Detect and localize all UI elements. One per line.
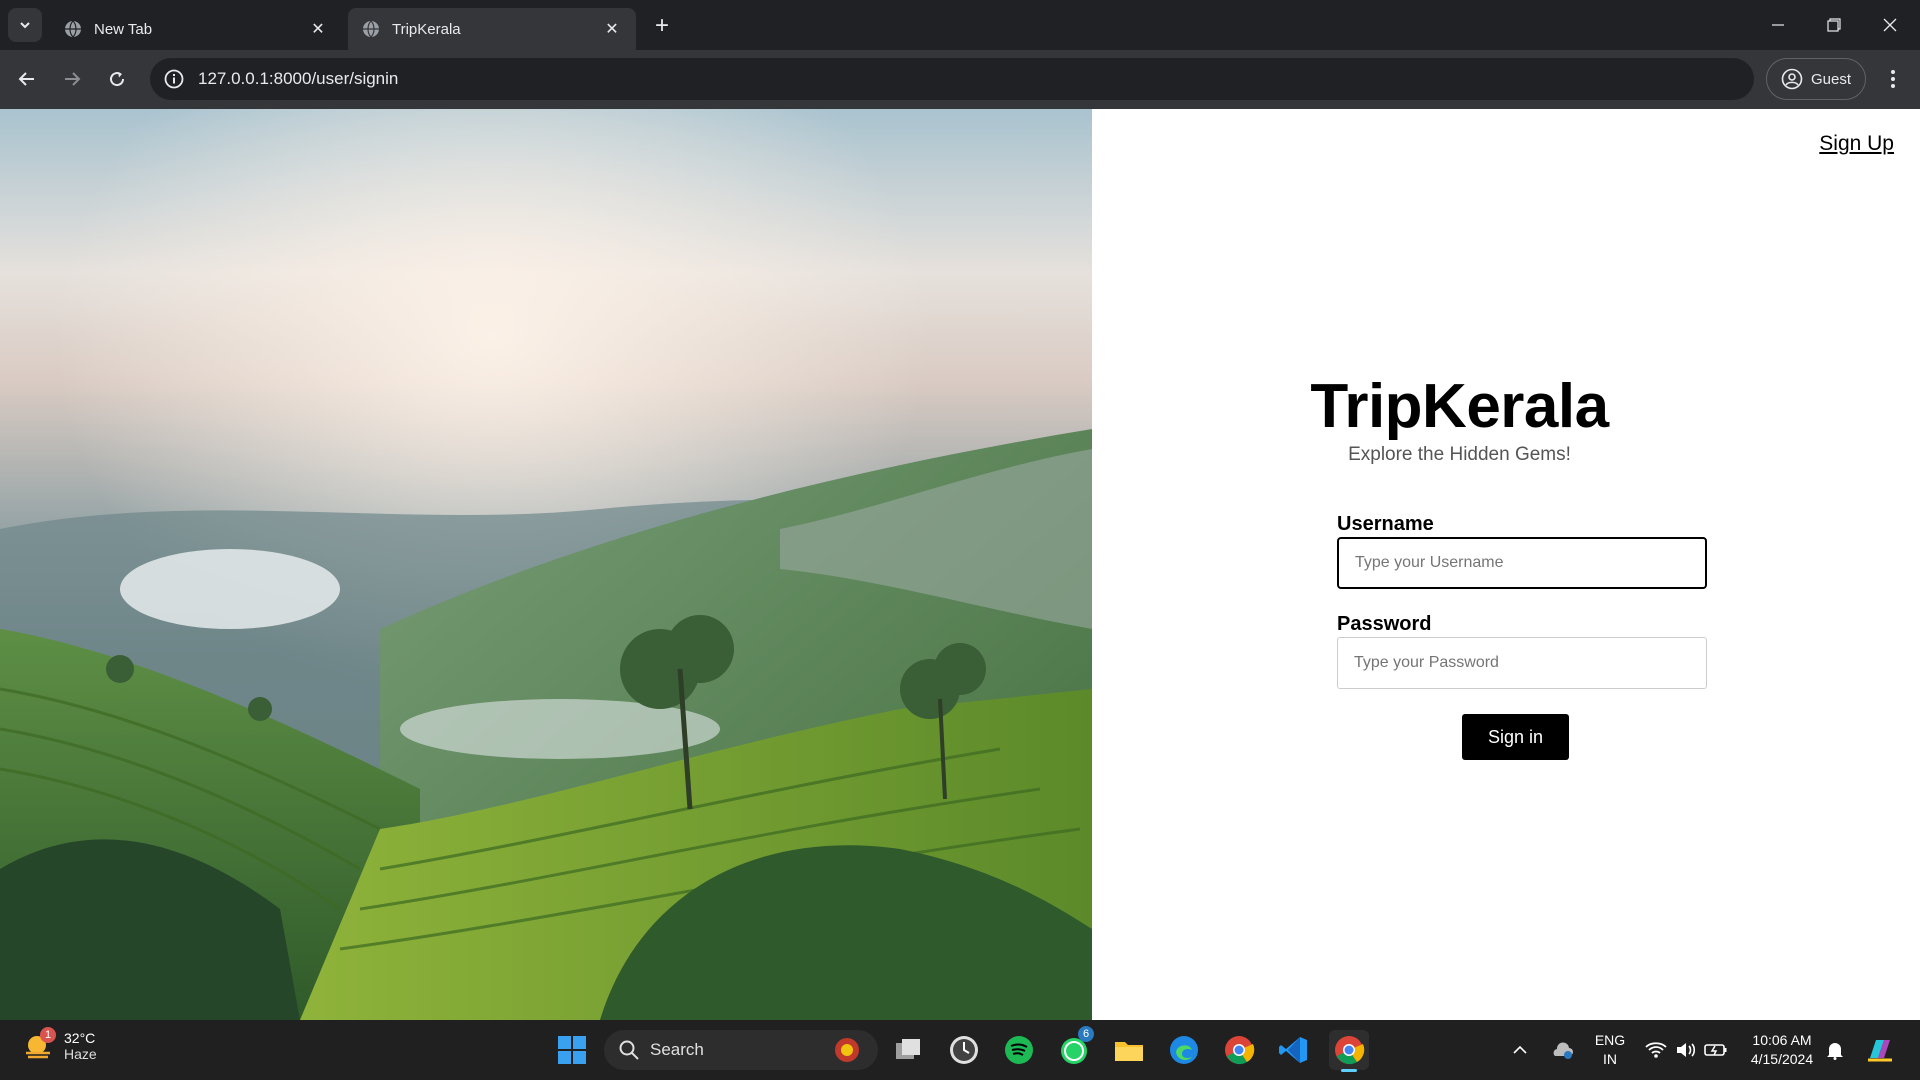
taskbar-app-chrome-active[interactable]	[1329, 1030, 1369, 1072]
windows-icon	[558, 1036, 586, 1064]
start-button[interactable]	[552, 1030, 592, 1070]
close-icon	[1883, 18, 1897, 32]
weather-temp: 32°C	[64, 1030, 96, 1046]
restore-icon	[1827, 18, 1841, 32]
reload-icon	[110, 72, 125, 87]
tab-title: TripKerala	[392, 20, 461, 38]
wifi-icon	[1645, 1042, 1667, 1058]
chevron-up-icon	[1513, 1045, 1527, 1054]
clock-date: 4/15/2024	[1750, 1051, 1814, 1067]
battery-icon	[1704, 1044, 1727, 1056]
taskbar: 1 32°C Haze Search 6 ENG IN 10:06 AM 4/1…	[0, 1020, 1920, 1080]
tab-search-button[interactable]	[8, 8, 42, 42]
volume-icon	[1677, 1043, 1696, 1057]
username-input[interactable]	[1337, 537, 1707, 589]
show-hidden-icons-button[interactable]	[1500, 1030, 1540, 1070]
minimize-icon	[1772, 24, 1784, 26]
more-vertical-icon	[1891, 70, 1895, 88]
search-highlight-icon	[835, 1038, 859, 1062]
search-label: Search	[650, 1040, 704, 1059]
back-button[interactable]	[10, 62, 44, 96]
signin-button[interactable]: Sign in	[1462, 714, 1569, 760]
globe-icon	[363, 20, 379, 38]
reload-button[interactable]	[100, 62, 134, 96]
forward-button[interactable]	[55, 62, 89, 96]
taskbar-app-chrome[interactable]	[1219, 1030, 1259, 1070]
clock-time: 10:06 AM	[1752, 1032, 1812, 1048]
language-indicator[interactable]: ENG IN	[1590, 1031, 1630, 1069]
info-icon[interactable]	[162, 67, 186, 91]
taskbar-app-file-explorer[interactable]	[1109, 1030, 1149, 1070]
password-input[interactable]	[1337, 637, 1707, 689]
window-close-button[interactable]	[1862, 0, 1918, 50]
username-label: Username	[1337, 513, 1434, 535]
taskbar-app-clock[interactable]	[944, 1030, 984, 1070]
close-icon[interactable]: ✕	[308, 19, 328, 39]
copilot-button[interactable]	[1860, 1030, 1900, 1070]
hero-landscape-image	[0, 109, 1092, 1020]
tab-new-tab[interactable]: New Tab ✕	[50, 8, 342, 50]
language-line1: ENG	[1594, 1032, 1626, 1048]
arrow-left-icon	[18, 72, 34, 86]
language-line2: IN	[1603, 1051, 1617, 1067]
chevron-down-icon	[20, 22, 30, 29]
new-tab-button[interactable]: +	[648, 12, 676, 40]
edge-icon	[1170, 1036, 1198, 1064]
profile-button[interactable]: Guest	[1766, 58, 1866, 100]
active-indicator	[1341, 1069, 1357, 1072]
task-view-icon	[896, 1039, 920, 1059]
task-view-button[interactable]	[888, 1030, 928, 1070]
weather-icon: 1	[22, 1027, 56, 1063]
taskbar-app-edge[interactable]	[1164, 1030, 1204, 1070]
spotify-icon	[1005, 1036, 1033, 1064]
profile-label: Guest	[1810, 70, 1852, 88]
password-label: Password	[1337, 613, 1432, 635]
browser-menu-button[interactable]	[1876, 62, 1910, 96]
taskbar-search[interactable]: Search	[604, 1030, 878, 1070]
signin-panel: Sign Up TripKerala Explore the Hidden Ge…	[1092, 109, 1920, 1020]
address-bar[interactable]: 127.0.0.1:8000/user/signin	[150, 58, 1754, 100]
weather-badge: 1	[40, 1027, 56, 1043]
folder-icon	[1115, 1042, 1143, 1061]
whatsapp-badge: 6	[1078, 1026, 1094, 1042]
user-icon	[1781, 68, 1803, 90]
close-icon[interactable]: ✕	[602, 19, 622, 39]
clock-app-icon	[950, 1036, 978, 1064]
browser-toolbar: 127.0.0.1:8000/user/signin Guest	[0, 50, 1920, 109]
landscape-illustration	[0, 109, 1092, 1020]
url-text[interactable]: 127.0.0.1:8000/user/signin	[198, 69, 398, 89]
taskbar-app-vscode[interactable]	[1274, 1030, 1314, 1070]
restore-button[interactable]	[1806, 0, 1862, 50]
signup-link[interactable]: Sign Up	[1819, 132, 1894, 156]
tab-title: New Tab	[94, 20, 153, 38]
weather-desc: Haze	[64, 1046, 97, 1062]
minimize-button[interactable]	[1750, 0, 1806, 50]
bell-icon	[1827, 1043, 1843, 1060]
brand-title: TripKerala	[1310, 372, 1609, 441]
battery-tray-icon[interactable]	[1696, 1030, 1736, 1070]
vscode-icon	[1279, 1037, 1307, 1063]
onedrive-tray-icon[interactable]	[1542, 1030, 1582, 1070]
page-viewport: Sign Up TripKerala Explore the Hidden Ge…	[0, 109, 1920, 1020]
chrome-icon	[1225, 1036, 1255, 1065]
cloud-icon	[1553, 1042, 1573, 1059]
tab-strip: New Tab ✕ TripKerala ✕ +	[0, 0, 1920, 50]
copilot-icon	[1868, 1040, 1892, 1062]
search-icon	[619, 1040, 639, 1060]
chrome-icon	[1335, 1036, 1365, 1065]
globe-icon	[65, 20, 81, 38]
taskbar-app-whatsapp[interactable]: 6	[1054, 1026, 1094, 1070]
brand-tagline: Explore the Hidden Gems!	[1348, 444, 1571, 465]
taskbar-app-spotify[interactable]	[999, 1030, 1039, 1070]
notifications-button[interactable]	[1815, 1030, 1855, 1070]
arrow-right-icon	[65, 72, 81, 86]
clock[interactable]: 10:06 AM 4/15/2024	[1742, 1031, 1822, 1069]
tab-tripkerala[interactable]: TripKerala ✕	[348, 8, 636, 50]
weather-widget[interactable]: 1 32°C Haze	[22, 1027, 97, 1063]
